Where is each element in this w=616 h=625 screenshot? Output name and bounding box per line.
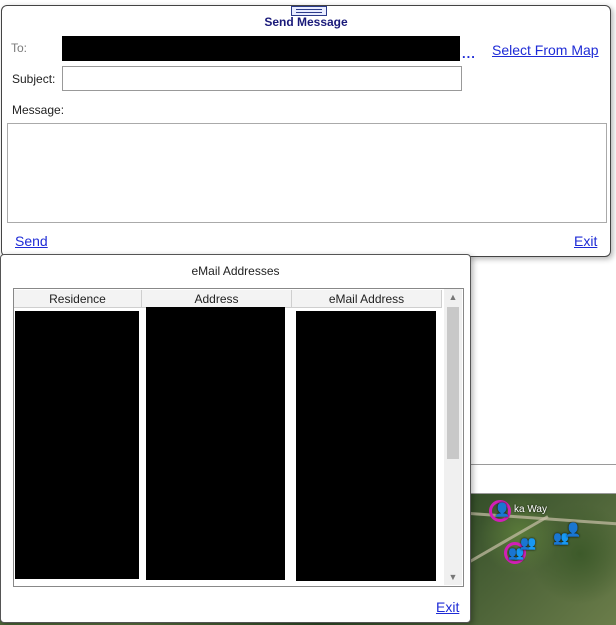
email-addresses-dialog: eMail Addresses Residence Address eMail … — [0, 254, 471, 623]
scroll-down-icon[interactable]: ▼ — [444, 569, 462, 585]
to-label: To: — [11, 41, 28, 55]
select-from-map-link[interactable]: Select From Map — [492, 42, 599, 58]
exit-link[interactable]: Exit — [436, 599, 459, 615]
send-link[interactable]: Send — [15, 233, 48, 249]
to-field[interactable] — [62, 36, 460, 61]
column-header-residence[interactable]: Residence — [14, 290, 142, 308]
send-message-dialog: Send Message To: ... Select From Map Sub… — [1, 5, 611, 257]
residence-column-redacted — [15, 311, 139, 579]
email-column-redacted — [296, 311, 436, 581]
scroll-up-icon[interactable]: ▲ — [444, 289, 462, 305]
person-icon: 👤 — [494, 502, 511, 517]
column-header-email[interactable]: eMail Address — [292, 290, 442, 308]
vertical-scrollbar[interactable]: ▲ ▼ — [444, 289, 462, 585]
dialog-title: eMail Addresses — [191, 264, 280, 278]
message-textarea[interactable] — [7, 123, 607, 223]
subject-field[interactable] — [62, 66, 462, 91]
map-road-label: ka Way — [514, 504, 547, 515]
column-header-address[interactable]: Address — [142, 290, 292, 308]
person-icon: 👤 — [565, 522, 582, 537]
scrollbar-thumb[interactable] — [447, 307, 459, 459]
message-label: Message: — [12, 103, 65, 117]
dialog-title: Send Message — [264, 15, 348, 29]
subject-label: Subject: — [12, 72, 56, 86]
person-icon: 👥 — [520, 535, 537, 550]
address-column-redacted — [146, 307, 285, 580]
browse-recipients-button[interactable]: ... — [462, 46, 476, 61]
exit-link[interactable]: Exit — [574, 233, 597, 249]
